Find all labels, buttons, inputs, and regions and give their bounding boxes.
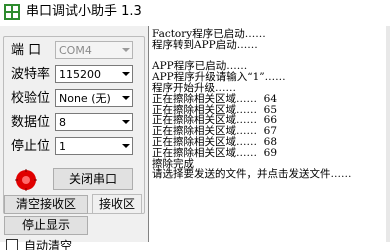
auto-clear-checkbox[interactable]: 自动清空 (6, 238, 72, 250)
port-row: 端 口 COM4 (4, 41, 144, 61)
red-lamp-icon (15, 169, 37, 191)
receive-line: 程序转到APP启动…… (152, 38, 258, 51)
baud-value: 115200 (59, 68, 101, 81)
settings-panel: 端 口 COM4 波特率 115200 校验位 None (无) 数据位 8 停… (0, 26, 147, 250)
receive-lines: Factory程序已启动…… 程序转到APP启动…… APP程序已启动…… AP… (152, 29, 352, 180)
data-bits-select[interactable]: 8 (55, 113, 133, 131)
stop-display-button[interactable]: 停止显示 (4, 216, 88, 235)
stop-bits-select[interactable]: 1 (55, 137, 133, 155)
receive-line: 正在擦除相关区域…… 64 (152, 92, 278, 105)
chevron-down-icon[interactable] (118, 66, 132, 82)
serial-assistant-window: 串口调试小助手 1.3 端 口 COM4 波特率 115200 校验位 None… (0, 0, 390, 250)
port-select[interactable]: COM4 (55, 41, 133, 59)
port-label: 端 口 (11, 43, 42, 58)
baud-select[interactable]: 115200 (55, 65, 133, 83)
receive-area-label: 接收区 (92, 194, 142, 214)
port-settings-group: 端 口 COM4 波特率 115200 校验位 None (无) 数据位 8 停… (3, 36, 145, 214)
port-value: COM4 (59, 44, 92, 57)
receive-scrollbar[interactable] (386, 26, 390, 242)
checkbox-icon[interactable] (6, 239, 18, 250)
data-bits-row: 数据位 8 (4, 113, 144, 133)
stop-bits-value: 1 (59, 140, 66, 153)
parity-value: None (无) (59, 92, 111, 105)
chevron-down-icon[interactable] (118, 90, 132, 106)
window-title: 串口调试小助手 1.3 (26, 4, 142, 19)
parity-label: 校验位 (11, 91, 51, 106)
auto-clear-label: 自动清空 (24, 239, 73, 250)
close-port-button[interactable]: 关闭串口 (53, 168, 133, 190)
title-bar: 串口调试小助手 1.3 (0, 0, 390, 26)
baud-row: 波特率 115200 (4, 65, 144, 85)
chevron-down-icon[interactable] (118, 114, 132, 130)
data-bits-label: 数据位 (11, 115, 51, 130)
chevron-down-icon[interactable] (118, 42, 132, 58)
stop-bits-row: 停止位 1 (4, 137, 144, 157)
receive-text-area[interactable]: Factory程序已启动…… 程序转到APP启动…… APP程序已启动…… AP… (148, 26, 390, 242)
parity-select[interactable]: None (无) (55, 89, 133, 107)
parity-row: 校验位 None (无) (4, 89, 144, 109)
receive-line: 正在擦除相关区域…… 69 (152, 146, 278, 159)
clear-receive-button[interactable]: 清空接收区 (4, 195, 88, 214)
baud-label: 波特率 (11, 67, 51, 82)
chevron-down-icon[interactable] (118, 138, 132, 154)
receive-line: 请选择要发送的文件，并点击发送文件…… (152, 168, 352, 181)
app-icon (4, 4, 20, 20)
stop-bits-label: 停止位 (11, 139, 51, 154)
data-bits-value: 8 (59, 116, 66, 129)
